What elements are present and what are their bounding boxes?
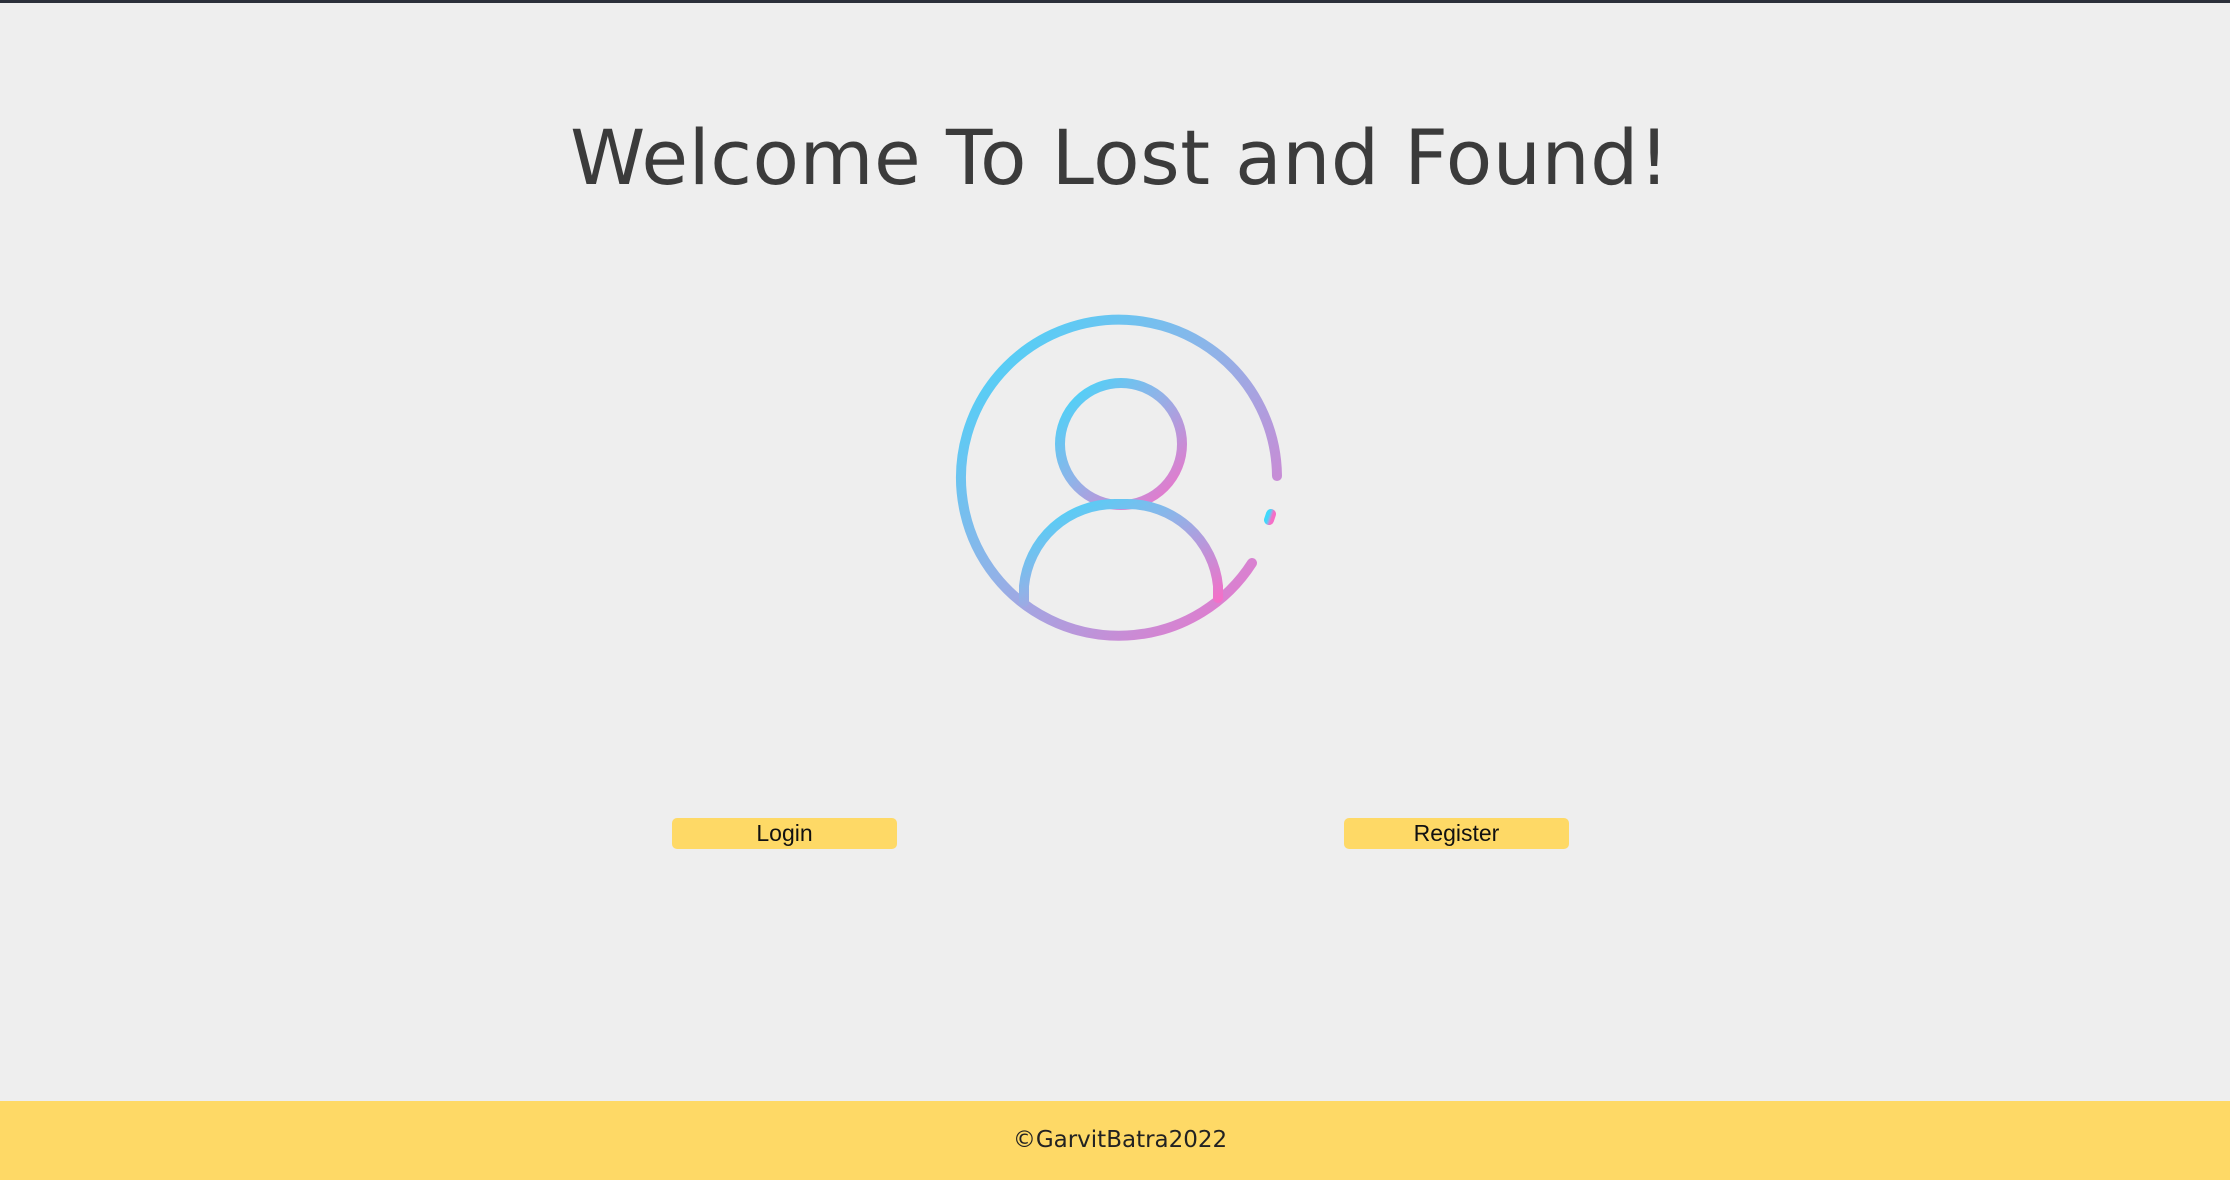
login-button[interactable]: Login: [672, 818, 897, 849]
copyright-text: ©GarvitBatra2022: [1012, 1127, 1228, 1153]
landing-page: Welcome To Lost and Found! Login Registe…: [0, 0, 2230, 1180]
footer: ©GarvitBatra2022: [0, 1101, 2230, 1180]
top-border: [0, 0, 2230, 3]
register-button[interactable]: Register: [1344, 818, 1569, 849]
user-circle-icon: [956, 314, 1282, 641]
page-title: Welcome To Lost and Found!: [570, 113, 1670, 202]
